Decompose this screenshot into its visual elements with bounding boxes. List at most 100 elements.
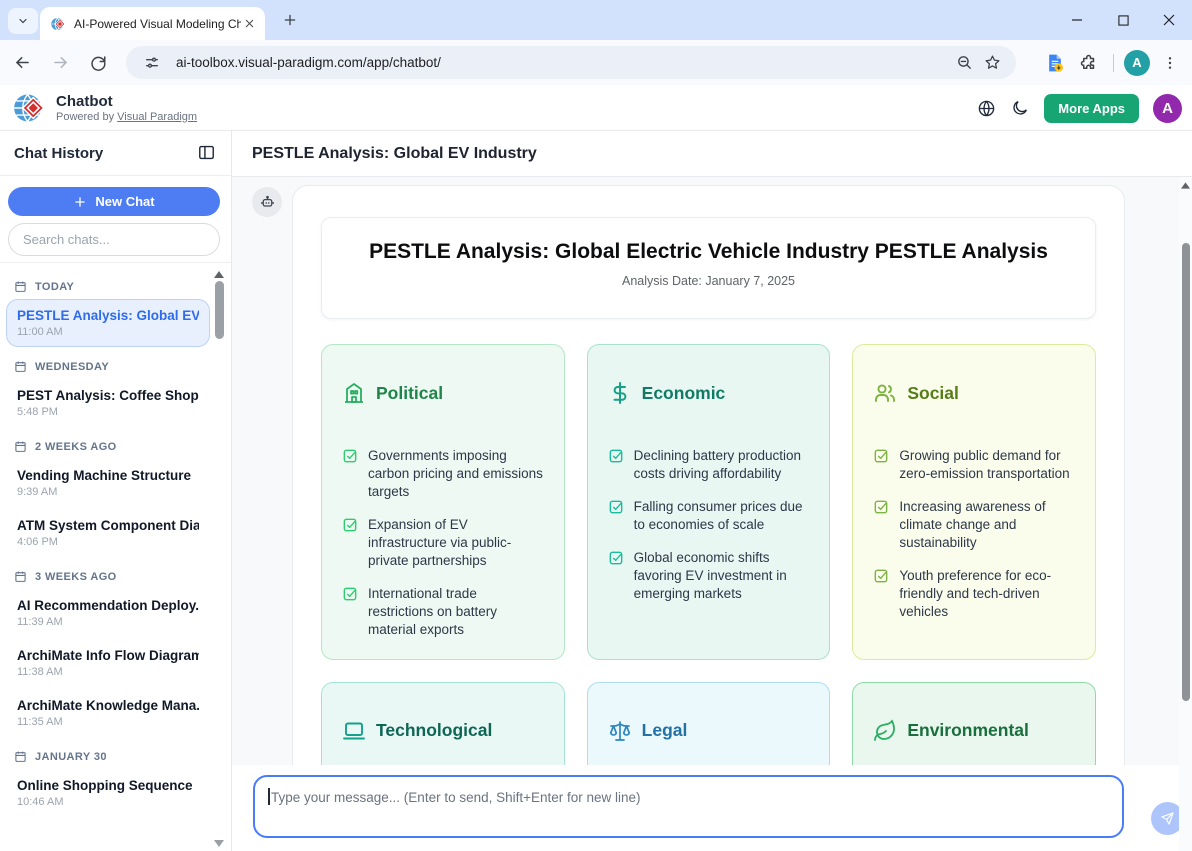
tab-search-chevron-icon[interactable]: [8, 8, 38, 34]
calendar-icon: [14, 360, 27, 373]
chat-item-title: PESTLE Analysis: Global EV In...: [17, 308, 199, 323]
chat-history-item[interactable]: AI Recommendation Deploy...11:39 AM: [6, 589, 210, 637]
category-title: Social: [907, 383, 959, 404]
category-point: Governments imposing carbon pricing and …: [342, 447, 544, 501]
visual-paradigm-logo: [12, 91, 46, 125]
user-avatar[interactable]: A: [1153, 94, 1182, 123]
government-building-icon: [342, 381, 366, 405]
checkbox-icon: [873, 447, 889, 463]
sidebar-scroll-down-icon[interactable]: [214, 840, 224, 847]
page-title: PESTLE Analysis: Global EV Industry: [252, 145, 537, 163]
category-point: Growing public demand for zero-emission …: [873, 447, 1075, 483]
category-point: Increasing awareness of climate change a…: [873, 498, 1075, 552]
category-title: Technological: [376, 720, 492, 741]
category-point: Expansion of EV infrastructure via publi…: [342, 516, 544, 570]
calendar-icon: [14, 570, 27, 583]
bot-avatar-icon: [252, 187, 282, 217]
plus-icon: [73, 195, 87, 209]
chat-history-item[interactable]: PESTLE Analysis: Global EV In...11:00 AM: [6, 299, 210, 347]
main-scroll-up-icon[interactable]: [1181, 182, 1190, 189]
chat-item-time: 9:39 AM: [17, 486, 199, 498]
chat-item-title: Vending Machine Structure: [17, 468, 199, 483]
chat-item-title: ArchiMate Info Flow Diagram: [17, 648, 199, 663]
url-text: ai-toolbox.visual-paradigm.com/app/chatb…: [176, 55, 950, 70]
chat-item-time: 11:35 AM: [17, 716, 199, 728]
category-point: Declining battery production costs drivi…: [608, 447, 810, 483]
chat-area[interactable]: PESTLE Analysis: Global Electric Vehicle…: [232, 177, 1192, 765]
message-input[interactable]: [253, 775, 1124, 838]
chat-history-item[interactable]: ArchiMate Knowledge Mana... 11:35 AM: [6, 689, 210, 737]
checkbox-icon: [342, 447, 358, 463]
people-icon: [873, 381, 897, 405]
chat-group-header: 3 WEEKS AGO: [14, 570, 210, 583]
app-header: Chatbot Powered by Visual Paradigm More …: [0, 85, 1192, 131]
analysis-title: PESTLE Analysis: Global Electric Vehicle…: [342, 240, 1075, 264]
forward-button[interactable]: [44, 47, 76, 79]
main-scrollbar-thumb[interactable]: [1182, 243, 1190, 701]
calendar-icon: [14, 440, 27, 453]
chat-item-time: 10:46 AM: [17, 796, 199, 808]
new-tab-button[interactable]: [280, 10, 300, 30]
tab-favicon: [50, 16, 66, 32]
calendar-icon: [14, 280, 27, 293]
chat-history-item[interactable]: ATM System Component Dia...4:06 PM: [6, 509, 210, 557]
tab-title: AI-Powered Visual Modeling Ch: [74, 17, 241, 31]
toolbar-divider: [1113, 54, 1114, 72]
dark-mode-moon-icon[interactable]: [1010, 98, 1030, 118]
reload-button[interactable]: [82, 47, 114, 79]
pestle-category-card: Social Growing public demand for zero-emi…: [852, 344, 1096, 660]
new-chat-button[interactable]: New Chat: [8, 187, 220, 216]
zoom-indicator-icon[interactable]: [950, 49, 978, 77]
browser-profile-avatar[interactable]: A: [1124, 50, 1150, 76]
pestle-grid: Political Governments imposing carbon pri…: [321, 344, 1096, 765]
sidebar-scrollbar-thumb[interactable]: [215, 281, 224, 339]
browser-tab[interactable]: AI-Powered Visual Modeling Ch: [40, 7, 265, 40]
docs-download-icon[interactable]: [1041, 49, 1069, 77]
maximize-button[interactable]: [1100, 0, 1146, 40]
address-bar[interactable]: ai-toolbox.visual-paradigm.com/app/chatb…: [126, 46, 1016, 79]
category-point: Youth preference for eco-friendly and te…: [873, 567, 1075, 621]
visual-paradigm-link[interactable]: Visual Paradigm: [117, 111, 197, 123]
checkbox-icon: [608, 447, 624, 463]
scales-icon: [608, 719, 632, 743]
site-settings-icon[interactable]: [138, 49, 166, 77]
chat-history-item[interactable]: ArchiMate Info Flow Diagram11:38 AM: [6, 639, 210, 687]
chat-item-time: 5:48 PM: [17, 406, 199, 418]
chat-group-header: JANUARY 30: [14, 750, 210, 763]
category-title: Economic: [642, 383, 726, 404]
pestle-category-card: Legal: [587, 682, 831, 765]
main-scrollbar[interactable]: [1179, 177, 1192, 851]
chat-history-sidebar: Chat History New Chat TODAYPESTLE Analys…: [0, 131, 232, 851]
sidebar-scroll-up-icon[interactable]: [214, 271, 224, 278]
text-caret: [268, 788, 270, 805]
pestle-category-card: Political Governments imposing carbon pri…: [321, 344, 565, 660]
category-title: Political: [376, 383, 443, 404]
chat-group-header: WEDNESDAY: [14, 360, 210, 373]
language-globe-icon[interactable]: [976, 98, 996, 118]
tab-close-icon[interactable]: [241, 16, 257, 32]
minimize-button[interactable]: [1054, 0, 1100, 40]
checkbox-icon: [342, 585, 358, 601]
search-chats-input[interactable]: [8, 223, 220, 256]
extensions-icon[interactable]: [1075, 49, 1103, 77]
browser-menu-icon[interactable]: [1156, 49, 1184, 77]
assistant-message-card: PESTLE Analysis: Global Electric Vehicle…: [292, 185, 1125, 765]
chat-item-time: 4:06 PM: [17, 536, 199, 548]
collapse-sidebar-icon[interactable]: [197, 143, 217, 163]
chat-history-item[interactable]: PEST Analysis: Coffee Shop S...5:48 PM: [6, 379, 210, 427]
category-point: International trade restrictions on batt…: [342, 585, 544, 639]
chat-history-item[interactable]: Vending Machine Structure 9:39 AM: [6, 459, 210, 507]
chat-history-item[interactable]: Online Shopping Sequence10:46 AM: [6, 769, 210, 817]
more-apps-button[interactable]: More Apps: [1044, 94, 1139, 123]
back-button[interactable]: [6, 47, 38, 79]
close-window-button[interactable]: [1146, 0, 1192, 40]
category-point: Global economic shifts favoring EV inves…: [608, 549, 810, 603]
message-input-bar: [232, 765, 1192, 851]
checkbox-icon: [608, 549, 624, 565]
bookmark-star-icon[interactable]: [978, 49, 1006, 77]
checkbox-icon: [873, 498, 889, 514]
analysis-header: PESTLE Analysis: Global Electric Vehicle…: [321, 217, 1096, 319]
checkbox-icon: [608, 498, 624, 514]
chat-item-title: ArchiMate Knowledge Mana...: [17, 698, 199, 713]
analysis-date: Analysis Date: January 7, 2025: [342, 274, 1075, 288]
